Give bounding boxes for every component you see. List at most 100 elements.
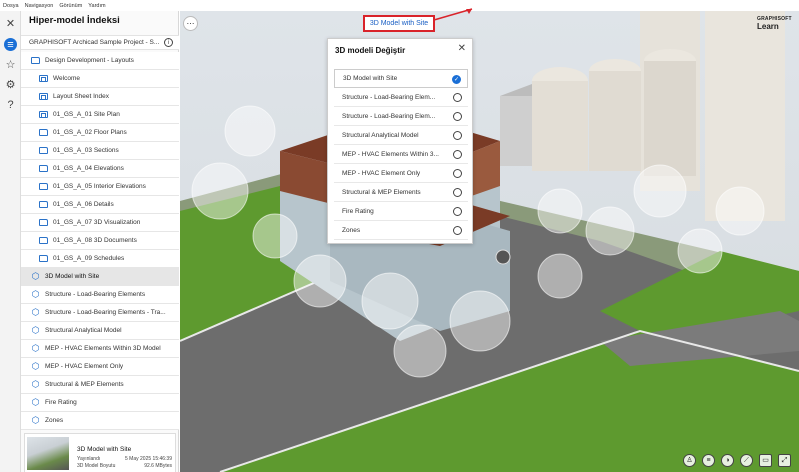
project-row[interactable]: GRAPHISOFT Archicad Sample Project - S..… [21,35,179,50]
model-option[interactable]: Structural & MEP Elements [334,183,468,202]
help-icon[interactable]: ? [3,97,18,112]
index-item[interactable]: ⬡ MEP - HVAC Elements Within 3D Model [21,340,179,358]
model-option-label: Structural & MEP Elements [342,188,421,196]
radio-checked-icon[interactable]: ✓ [452,75,461,84]
section-icon[interactable]: ◑ [721,453,734,467]
model-option[interactable]: Zones [334,221,468,240]
index-item[interactable]: 01_GS_A_07 3D Visualization [21,214,179,232]
index-item[interactable]: ⬡ Structure - Load-Bearing Elements [21,286,179,304]
cube-icon: ⬡ [31,415,40,425]
index-item-label: 01_GS_A_05 Interior Elevations [53,183,146,190]
model-option-label: Structure - Load-Bearing Elem... [342,93,436,101]
menu-bar: Dosya Navigasyon Görünüm Yardım [0,0,799,11]
cube-icon: ⬡ [31,379,40,389]
index-item-label: 01_GS_A_01 Site Plan [53,111,120,118]
index-item-label: 01_GS_A_09 Schedules [53,255,125,262]
radio-unchecked-icon[interactable] [453,207,462,216]
more-options-button[interactable]: ⋯ [183,16,198,31]
model-option[interactable]: Fire Rating [334,202,468,221]
radio-unchecked-icon[interactable] [453,188,462,197]
cube-icon: ⬡ [31,343,40,353]
radio-unchecked-icon[interactable] [453,131,462,140]
radio-unchecked-icon[interactable] [453,112,462,121]
radio-unchecked-icon[interactable] [453,226,462,235]
index-item-label: Zones [45,417,64,424]
model-option[interactable]: MEP - HVAC Elements Within 3... [334,145,468,164]
model-options-list: 3D Model with Site ✓ Structure - Load-Bear… [334,69,468,240]
index-item[interactable]: 01_GS_A_01 Site Plan [21,106,179,124]
index-item-label: MEP - HVAC Element Only [45,363,124,370]
folder-icon [39,129,48,136]
index-item[interactable]: ⬡ Zones [21,412,179,430]
close-icon[interactable]: ✕ [3,16,18,31]
info-icon[interactable]: i [164,38,173,47]
cube-icon: ⬡ [31,271,40,281]
hypermodel-index-panel: Hiper-model İndeksi GRAPHISOFT Archicad … [21,11,179,472]
index-item-label: Structural Analytical Model [45,327,122,334]
index-item[interactable]: Design Development - Layouts [21,52,179,70]
annotation-arrow [433,8,473,21]
folder-icon [39,219,48,226]
index-item-label: 01_GS_A_04 Elevations [53,165,124,172]
3d-viewport[interactable] [180,11,799,472]
close-icon[interactable]: ✕ [458,43,466,54]
card-size: 92.6 MBytes [144,463,172,469]
list-icon[interactable]: ≡ [4,38,17,51]
model-option-label: 3D Model with Site [343,75,398,82]
folder-icon [39,237,48,244]
index-item[interactable]: ⬡ MEP - HVAC Element Only [21,358,179,376]
index-item-label: Layout Sheet Index [53,93,110,100]
index-item[interactable]: ⬡ Structural & MEP Elements [21,376,179,394]
index-item[interactable]: Welcome [21,70,179,88]
index-item[interactable]: ⬡ Structural Analytical Model [21,322,179,340]
model-option-label: MEP - HVAC Elements Within 3... [342,150,439,158]
menu-view[interactable]: Görünüm [59,3,82,9]
walk-icon[interactable]: ♙ [683,453,696,467]
index-item[interactable]: 01_GS_A_05 Interior Elevations [21,178,179,196]
index-item[interactable]: 01_GS_A_03 Sections [21,142,179,160]
gear-icon[interactable]: ⚙ [3,77,18,92]
panel-title: Hiper-model İndeksi [29,15,120,26]
model-option-label: Structural Analytical Model [342,131,419,139]
menu-help[interactable]: Yardım [88,3,105,9]
measure-icon[interactable]: ⟋ [740,453,753,467]
radio-unchecked-icon[interactable] [453,93,462,102]
camera-icon[interactable]: ▭ [759,453,772,467]
index-item[interactable]: ⬡ Fire Rating [21,394,179,412]
index-item[interactable]: 01_GS_A_02 Floor Plans [21,124,179,142]
index-item[interactable]: 01_GS_A_09 Schedules [21,250,179,268]
radio-unchecked-icon[interactable] [453,169,462,178]
model-option[interactable]: MEP - HVAC Element Only [334,164,468,183]
index-item[interactable]: 01_GS_A_08 3D Documents [21,232,179,250]
card-size-label: 3D Model Boyutu [77,463,116,469]
star-icon[interactable]: ☆ [3,57,18,72]
layers-icon[interactable]: ≡ [702,453,715,467]
model-option-label: Zones [342,226,361,234]
index-item-label: Structure - Load-Bearing Elements - Tra.… [45,309,166,316]
index-item-label: Structural & MEP Elements [45,381,124,388]
menu-file[interactable]: Dosya [3,3,19,9]
current-model-button[interactable]: 3D Model with Site [363,15,435,32]
model-option[interactable]: Structural Analytical Model [334,126,468,145]
index-item[interactable]: 01_GS_A_04 Elevations [21,160,179,178]
index-item-label: MEP - HVAC Elements Within 3D Model [45,345,161,352]
folder-icon [31,57,40,64]
model-option-label: Fire Rating [342,207,374,215]
change-3d-model-dialog: 3D modeli Değiştir ✕ 3D Model with Site ✓… [327,38,473,244]
index-item[interactable]: 01_GS_A_06 Details [21,196,179,214]
model-info-card: 3D Model with Site Yayınlandı 3D Model B… [24,433,176,472]
model-option[interactable]: Structure - Load-Bearing Elem... [334,88,468,107]
index-item[interactable]: ⬡ 3D Model with Site [21,268,179,286]
fullscreen-icon[interactable]: ⤢ [778,453,791,467]
index-item-label: 01_GS_A_02 Floor Plans [53,129,127,136]
cube-icon: ⬡ [31,361,40,371]
graphisoft-learn-logo: GRAPHISOFT Learn [757,16,797,31]
menu-navigation[interactable]: Navigasyon [25,3,54,9]
card-status: Yayınlandı [77,456,101,462]
index-item[interactable]: ⬡ Structure - Load-Bearing Elements - Tra… [21,304,179,322]
model-option[interactable]: Structure - Load-Bearing Elem... [334,107,468,126]
left-rail: ✕ ≡ ☆ ⚙ ? [0,11,21,472]
radio-unchecked-icon[interactable] [453,150,462,159]
index-item[interactable]: Layout Sheet Index [21,88,179,106]
model-option[interactable]: 3D Model with Site ✓ [334,69,468,88]
